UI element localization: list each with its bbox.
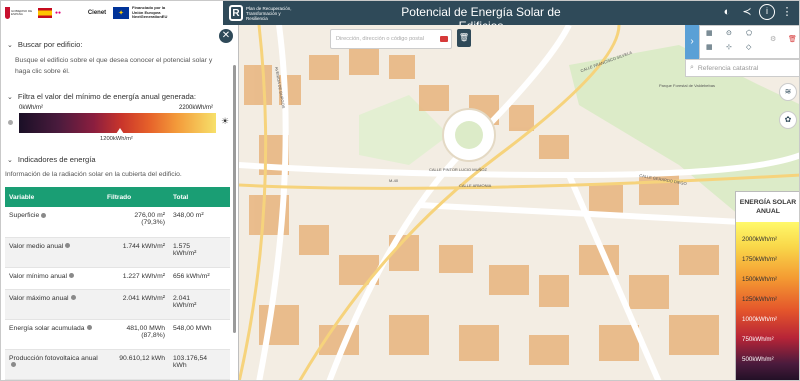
theme-icon[interactable]: ◐ <box>719 4 735 20</box>
moon-icon <box>8 120 13 125</box>
table-row: Valor medio anual 1.744 kWh/m² 1.575 kWh/… <box>5 237 230 268</box>
indicators-table: Variable Filtrado Total Superficie 276,0… <box>5 187 230 380</box>
info-icon[interactable] <box>11 362 16 368</box>
close-panel-button[interactable]: ✕ <box>219 29 233 43</box>
search-icon: ⌕ <box>690 64 694 71</box>
energy-legend: ENERGÍA SOLAR ANUAL 2000kWh/m² 1750kWh/m… <box>735 191 799 380</box>
chevron-down-icon: ⌄ <box>7 93 13 101</box>
legend-label: 1750kWh/m² <box>742 256 778 263</box>
scale-min-label: 0kWh/m² <box>19 105 43 111</box>
building-group-icon[interactable]: ▦ <box>706 43 713 51</box>
top-header: GOBIERNO DE ESPAÑA ●● Cienet ✦ Financiad… <box>1 1 799 33</box>
side-panel: ✕ ⌄ Buscar por edificio: Busque el edifi… <box>1 25 239 380</box>
clear-search-button[interactable]: 🗑 <box>457 29 471 47</box>
legend-title: ENERGÍA SOLAR ANUAL <box>739 199 797 215</box>
table-row: Superficie 276,00 m² (79,3%) 348,00 m² <box>5 207 230 238</box>
polygon-draw-icon[interactable]: ⬠ <box>746 29 752 37</box>
table-row: Valor mínimo anual 1.227 kWh/m² 656 kWh/… <box>5 267 230 290</box>
spain-flag-icon <box>38 8 52 18</box>
table-row: Valor máximo anual 2.041 kWh/m² 2.041 kWh… <box>5 289 230 320</box>
search-section-header[interactable]: ⌄ Buscar por edificio: <box>7 40 82 49</box>
map-view[interactable]: CALLE FRANCISCO SILVELA AVENIDA DE BURGO… <box>239 25 799 380</box>
layers-button[interactable]: ≋ <box>779 83 797 101</box>
info-icon[interactable] <box>69 273 75 279</box>
tool-grid: ▦ ⊙ ⬠ ▦ ⊹ ◇ ⚙ 🗑 <box>699 25 799 59</box>
logo-strip: GOBIERNO DE ESPAÑA ●● Cienet ✦ Financiad… <box>1 1 223 25</box>
info-icon[interactable] <box>70 295 76 301</box>
basemap-button[interactable]: ✿ <box>779 111 797 129</box>
column-header: Filtrado <box>103 187 169 207</box>
street-label: CALLE ARMONIA <box>459 183 492 188</box>
road-shield: M-40 <box>389 178 399 183</box>
indicators-subtitle: Información de la radiación solar en la … <box>5 171 182 178</box>
slider-value-label: 1200kWh/m² <box>100 136 133 142</box>
street-label: CALLE PINTOR LUCIO MUÑOZ <box>429 167 487 172</box>
table-row: Producción fotovoltaica anual 90.610,12 … <box>5 349 230 380</box>
search-help-text: Busque el edificio sobre el que desea co… <box>15 57 213 75</box>
building-select-icon[interactable]: ▦ <box>706 29 713 37</box>
header-toolbar: ◐ ≺ i ⋮ <box>719 4 795 20</box>
legend-label: 500kWh/m² <box>742 356 774 363</box>
column-header: Variable <box>5 187 103 207</box>
prtr-r-icon: R <box>229 5 243 21</box>
point-draw-icon[interactable]: ⊙ <box>726 29 732 37</box>
app-window: GOBIERNO DE ESPAÑA ●● Cienet ✦ Financiad… <box>0 0 800 381</box>
filter-section-header[interactable]: ⌄ Filtra el valor del mínimo de energía … <box>7 92 196 101</box>
prtr-logo: R Plan de Recuperación, Transformación y… <box>229 5 302 21</box>
park-label: Parque Forestal de Valdebebas <box>659 83 715 88</box>
area-draw-icon[interactable]: ◇ <box>746 43 751 51</box>
delete-icon[interactable]: 🗑 <box>788 35 797 43</box>
table-row: Energía solar acumulada 481,00 MWh (87,8%… <box>5 319 230 350</box>
menu-dots-icon[interactable]: ⋮ <box>779 4 795 20</box>
info-icon[interactable]: i <box>759 4 775 20</box>
scale-max-label: 2200kWh/m² <box>179 105 214 111</box>
legend-label: 750kWh/m² <box>742 336 774 343</box>
eu-flag-icon: ✦ <box>113 7 129 19</box>
cadastral-reference-input[interactable]: ⌕ Referencia catastral <box>685 59 799 77</box>
legend-label: 1500kWh/m² <box>742 276 778 283</box>
chevron-down-icon: ⌄ <box>7 156 13 164</box>
legend-gradient: 2000kWh/m² 1750kWh/m² 1500kWh/m² 1250kWh… <box>736 222 799 380</box>
cienet-logo: Cienet <box>87 10 107 16</box>
spain-government-logo: GOBIERNO DE ESPAÑA <box>5 5 35 21</box>
tools-collapse-button[interactable]: › <box>685 25 699 59</box>
slider-handle[interactable] <box>116 128 124 134</box>
chevron-down-icon: ⌄ <box>7 41 13 49</box>
legend-label: 2000kWh/m² <box>742 236 778 243</box>
legend-label: 1000kWh/m² <box>742 316 778 323</box>
eu-funding-text: Financiado por la Unión Europea NextGene… <box>132 5 168 20</box>
column-header: Total <box>169 187 230 207</box>
share-icon[interactable]: ≺ <box>739 4 755 20</box>
info-icon[interactable] <box>86 325 92 331</box>
settings-icon[interactable]: ⚙ <box>770 35 776 43</box>
sun-icon: ☀ <box>221 116 230 126</box>
ministry-logo: ●● <box>55 6 81 20</box>
panel-scrollbar[interactable] <box>233 65 236 333</box>
line-draw-icon[interactable]: ⊹ <box>726 43 732 51</box>
legend-label: 1250kWh/m² <box>742 296 778 303</box>
roundabout-center <box>455 121 483 149</box>
search-submit-button[interactable] <box>440 36 448 42</box>
indicators-section-header[interactable]: ⌄ Indicadores de energía <box>7 155 96 164</box>
info-icon[interactable] <box>65 243 71 249</box>
address-search-input[interactable]: Dirección, dirección o código postal <box>330 29 452 49</box>
info-icon[interactable] <box>41 212 47 218</box>
